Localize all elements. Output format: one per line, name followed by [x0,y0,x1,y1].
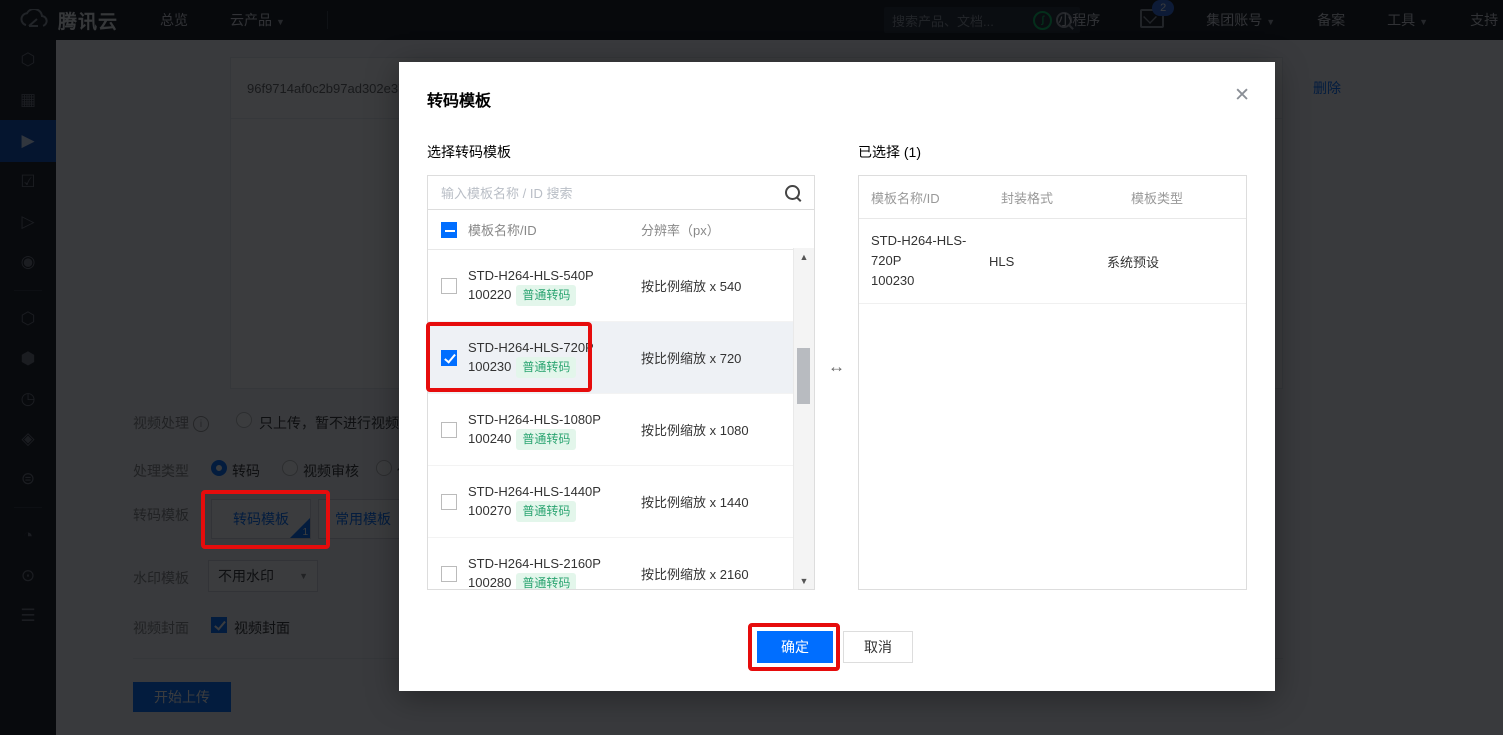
template-name-cell: STD-H264-HLS-1440P 100270 普通转码 [468,482,641,522]
selected-type: 系统预设 [1107,252,1207,271]
selected-col-type: 模板类型 [1131,188,1231,207]
scroll-up-icon[interactable]: ▲ [794,252,814,262]
modal-title: 转码模板 [427,87,491,111]
select-all-checkbox[interactable] [441,222,457,238]
cancel-button[interactable]: 取消 [843,631,913,663]
template-search-input[interactable]: 输入模板名称 / ID 搜索 [428,176,814,210]
scrollbar-thumb[interactable] [797,348,810,404]
selected-row: STD-H264-HLS-720P 100230 HLS 系统预设 [859,219,1246,304]
search-icon[interactable] [785,185,800,200]
template-tag: 普通转码 [516,429,576,450]
template-row[interactable]: STD-H264-HLS-1080P 100240 普通转码 按比例缩放 x 1080 [428,394,814,466]
row-checkbox[interactable] [441,422,457,438]
template-row[interactable]: STD-H264-HLS-2160P 100280 普通转码 按比例缩放 x 2160 [428,538,814,590]
template-name: STD-H264-HLS-1440P [468,484,601,499]
template-resolution: 按比例缩放 x 720 [641,348,791,367]
template-id: 100240 [468,431,511,446]
template-name-cell: STD-H264-HLS-1080P 100240 普通转码 [468,410,641,450]
row-checkbox-cell [441,421,468,438]
template-resolution: 按比例缩放 x 2160 [641,564,791,583]
template-name: STD-H264-HLS-2160P [468,556,601,571]
selected-name: STD-H264-HLS-720P 100230 [871,231,989,291]
template-row[interactable]: STD-H264-HLS-540P 100220 普通转码 按比例缩放 x 540 [428,250,814,322]
selected-col-format: 封装格式 [1001,188,1131,207]
selected-format: HLS [989,254,1107,269]
template-name-cell: STD-H264-HLS-540P 100220 普通转码 [468,266,641,306]
template-name: STD-H264-HLS-720P [468,340,594,355]
selected-name-text: STD-H264-HLS-720P [871,233,966,268]
template-id: 100230 [468,359,511,374]
template-name-cell: STD-H264-HLS-2160P 100280 普通转码 [468,554,641,591]
template-id: 100270 [468,503,511,518]
row-checkbox-cell [441,493,468,510]
template-name: STD-H264-HLS-540P [468,268,594,283]
template-rows: STD-H264-HLS-540P100220普通转码按比例缩放 x 540ST… [428,250,814,590]
confirm-button[interactable]: 确定 [757,631,833,663]
row-checkbox-cell [441,565,468,582]
template-row[interactable]: STD-H264-HLS-1440P 100270 普通转码 按比例缩放 x 1440 [428,466,814,538]
selected-id-text: 100230 [871,273,914,288]
column-name-header: 模板名称/ID [468,220,641,239]
screen: 腾讯云 总览 云产品▼ 搜索产品、文档... ʃ 小程序 2 集团账号▼ 备案 [0,0,1503,735]
template-resolution: 按比例缩放 x 1440 [641,492,791,511]
row-checkbox[interactable] [441,566,457,582]
template-name: STD-H264-HLS-1080P [468,412,601,427]
template-list-header: 模板名称/ID 分辨率（px） [428,210,814,250]
template-id: 100220 [468,287,511,302]
template-tag: 普通转码 [516,573,576,591]
template-row[interactable]: STD-H264-HLS-720P 100230 普通转码 按比例缩放 x 720 [428,322,814,394]
scrollbar[interactable]: ▲ ▼ [793,248,814,590]
scroll-down-icon[interactable]: ▼ [794,576,814,586]
template-tag: 普通转码 [516,285,576,306]
swap-arrow-icon: ↔ [828,357,845,377]
row-checkbox[interactable] [441,350,457,366]
template-id: 100280 [468,575,511,590]
template-search-placeholder: 输入模板名称 / ID 搜索 [441,183,785,202]
row-checkbox[interactable] [441,278,457,294]
row-checkbox-cell [441,277,468,294]
selected-count-label: 已选择 (1) [858,142,921,162]
close-icon[interactable]: ✕ [1234,86,1250,105]
row-checkbox-cell [441,349,468,366]
row-checkbox[interactable] [441,494,457,510]
transcode-template-modal: 转码模板 ✕ 选择转码模板 输入模板名称 / ID 搜索 模板名称/ID 分辨率… [399,62,1275,691]
template-tag: 普通转码 [516,501,576,522]
column-resolution-header: 分辨率（px） [641,220,791,239]
template-name-cell: STD-H264-HLS-720P 100230 普通转码 [468,338,641,378]
template-resolution: 按比例缩放 x 540 [641,276,791,295]
selected-col-name: 模板名称/ID [871,188,1001,207]
template-resolution: 按比例缩放 x 1080 [641,420,791,439]
template-list-panel: 输入模板名称 / ID 搜索 模板名称/ID 分辨率（px） STD-H264-… [427,175,815,590]
selected-panel: 模板名称/ID 封装格式 模板类型 STD-H264-HLS-720P 1002… [858,175,1247,590]
selected-header: 模板名称/ID 封装格式 模板类型 [859,176,1246,219]
select-template-label: 选择转码模板 [427,142,511,162]
template-tag: 普通转码 [516,357,576,378]
